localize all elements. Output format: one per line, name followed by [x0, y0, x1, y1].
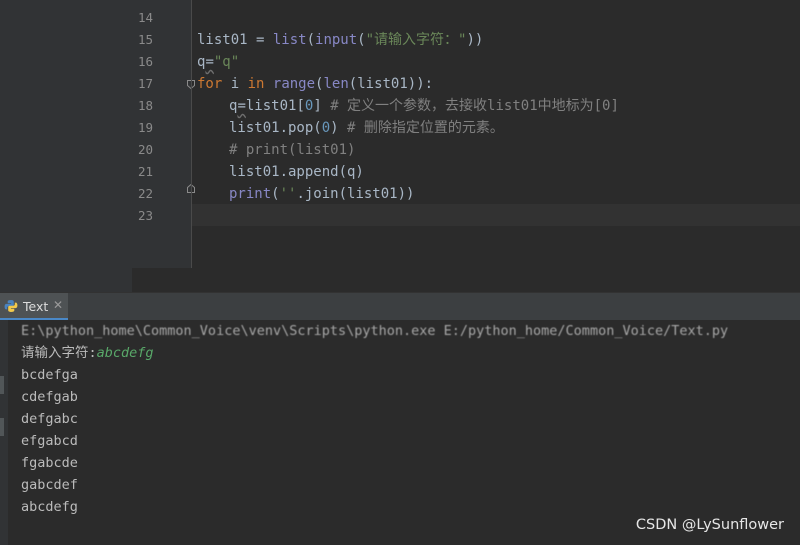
gutter-divider: [191, 0, 192, 268]
code-token: =: [237, 98, 246, 114]
code-token: i: [222, 76, 248, 92]
watermark: CSDN @LySunflower: [635, 517, 784, 533]
code-line-16: q="q": [197, 51, 239, 73]
user-input-echo: abcdefg: [96, 345, 154, 361]
code-token: "请输入字符：": [365, 32, 467, 48]
code-comment: # 删除指定位置的元素。: [338, 120, 504, 136]
line-number: 16: [137, 54, 153, 69]
code-token: =: [205, 54, 214, 70]
code-token: input: [315, 32, 358, 48]
code-token: ]: [313, 98, 322, 114]
run-tab-label: Text: [23, 299, 49, 314]
code-token: list: [272, 32, 307, 48]
line-number: 22: [137, 186, 153, 201]
code-line-22: print(''.join(list01)): [229, 183, 414, 205]
line-number: 21: [137, 164, 153, 179]
code-token: in: [247, 76, 265, 92]
run-console[interactable]: E:\python_home\Common_Voice\venv\Scripts…: [0, 320, 800, 545]
code-line-17: for i in range(len(list01)):: [197, 73, 433, 95]
code-token: (: [357, 32, 366, 48]
project-panel-strip: [0, 0, 132, 292]
line-number-gutter: 14 15 16 17 18 19 20 21 22 23: [132, 0, 195, 268]
console-prompt-line: 请输入字符:abcdefg: [21, 342, 154, 364]
code-token: print: [229, 186, 272, 202]
code-line-15: list01 = list(input("请输入字符：")): [197, 29, 483, 51]
python-icon: [4, 300, 18, 312]
code-token: for: [197, 76, 223, 92]
code-token: list01.pop(: [229, 120, 322, 136]
code-token: (list01)):: [348, 76, 434, 92]
code-token: .join(list01)): [296, 186, 415, 202]
console-command-line: E:\python_home\Common_Voice\venv\Scripts…: [21, 323, 729, 339]
code-token: )): [466, 32, 484, 48]
console-output-line: efgabcd: [21, 433, 78, 449]
code-token: range: [272, 76, 316, 92]
code-token: "q": [213, 54, 240, 70]
console-output-line: defgabc: [21, 411, 78, 427]
line-number: 15: [137, 32, 153, 47]
code-token: list01 =: [197, 32, 273, 48]
code-editor[interactable]: list01 = list(input("请输入字符：")) q="q" for…: [197, 0, 800, 268]
line-number: 17: [137, 76, 153, 91]
line-number: 20: [137, 142, 153, 157]
console-output-line: abcdefg: [21, 499, 78, 515]
code-line-19: list01.pop(0) # 删除指定位置的元素。: [229, 117, 504, 139]
input-prompt: 请输入字符:: [21, 345, 97, 361]
run-tool-header: Text ✕: [0, 292, 800, 320]
console-output-line: fgabcde: [21, 455, 78, 471]
console-toolbar-strip: [0, 320, 8, 545]
console-output-line: bcdefga: [21, 367, 78, 383]
code-token: ): [330, 120, 339, 136]
editor-bottom-area: [132, 268, 800, 292]
line-number: 19: [137, 120, 153, 135]
run-tab-text[interactable]: Text ✕: [0, 293, 68, 320]
code-token: (: [306, 32, 316, 48]
code-line-18: q=list01[0] # 定义一个参数，去接收list01中地标为[0]: [229, 95, 619, 117]
code-token: list01[: [245, 98, 305, 114]
console-output-line: gabcdef: [21, 477, 78, 493]
code-line-21: list01.append(q): [229, 164, 364, 180]
toolbar-button[interactable]: [0, 418, 4, 436]
code-token: '': [279, 186, 297, 202]
console-output-line: cdefgab: [21, 389, 78, 405]
line-number: 18: [137, 98, 153, 113]
line-number: 14: [137, 10, 153, 25]
code-token: (: [271, 186, 280, 202]
line-number: 23: [137, 208, 153, 223]
code-line-20: # print(list01): [229, 142, 356, 158]
code-comment: # 定义一个参数，去接收list01中地标为[0]: [321, 98, 619, 114]
close-icon[interactable]: ✕: [53, 298, 63, 312]
toolbar-button[interactable]: [0, 376, 4, 394]
code-token: len: [323, 76, 349, 92]
code-token: 0: [321, 120, 331, 136]
